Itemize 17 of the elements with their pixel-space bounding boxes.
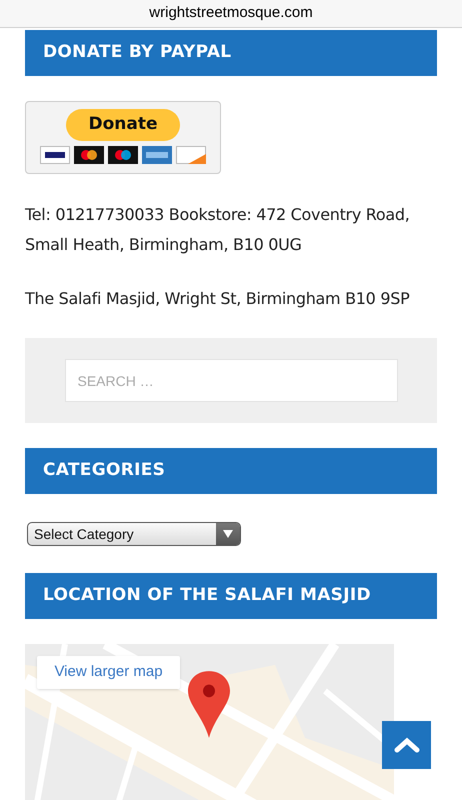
maestro-card-icon (108, 146, 138, 164)
section-heading: CATEGORIES (25, 448, 437, 494)
discover-card-icon (176, 146, 206, 164)
visa-card-icon (40, 146, 70, 164)
view-larger-map-link[interactable]: View larger map (37, 656, 180, 689)
contact-text: Tel: 01217730033 Bookstore: 472 Coventry Road, Small Heath, Birmingham, B10 0UG (25, 204, 411, 256)
chevron-up-icon (394, 737, 420, 753)
contact-text: The Salafi Masjid, Wright St, Birmingham B10 9SP (25, 288, 410, 310)
dropdown-arrow-icon (223, 530, 233, 538)
mastercard-icon (74, 146, 104, 164)
search-field[interactable]: SEARCH … (64, 359, 398, 402)
section-heading: LOCATION OF THE SALAFI MASJID (25, 573, 437, 619)
donate-button[interactable]: Donate (66, 109, 180, 141)
section-heading: DONATE BY PAYPAL (25, 30, 437, 76)
amex-card-icon (142, 146, 172, 164)
scroll-to-top-button[interactable] (382, 721, 431, 769)
category-select[interactable]: Select Category (27, 522, 241, 546)
